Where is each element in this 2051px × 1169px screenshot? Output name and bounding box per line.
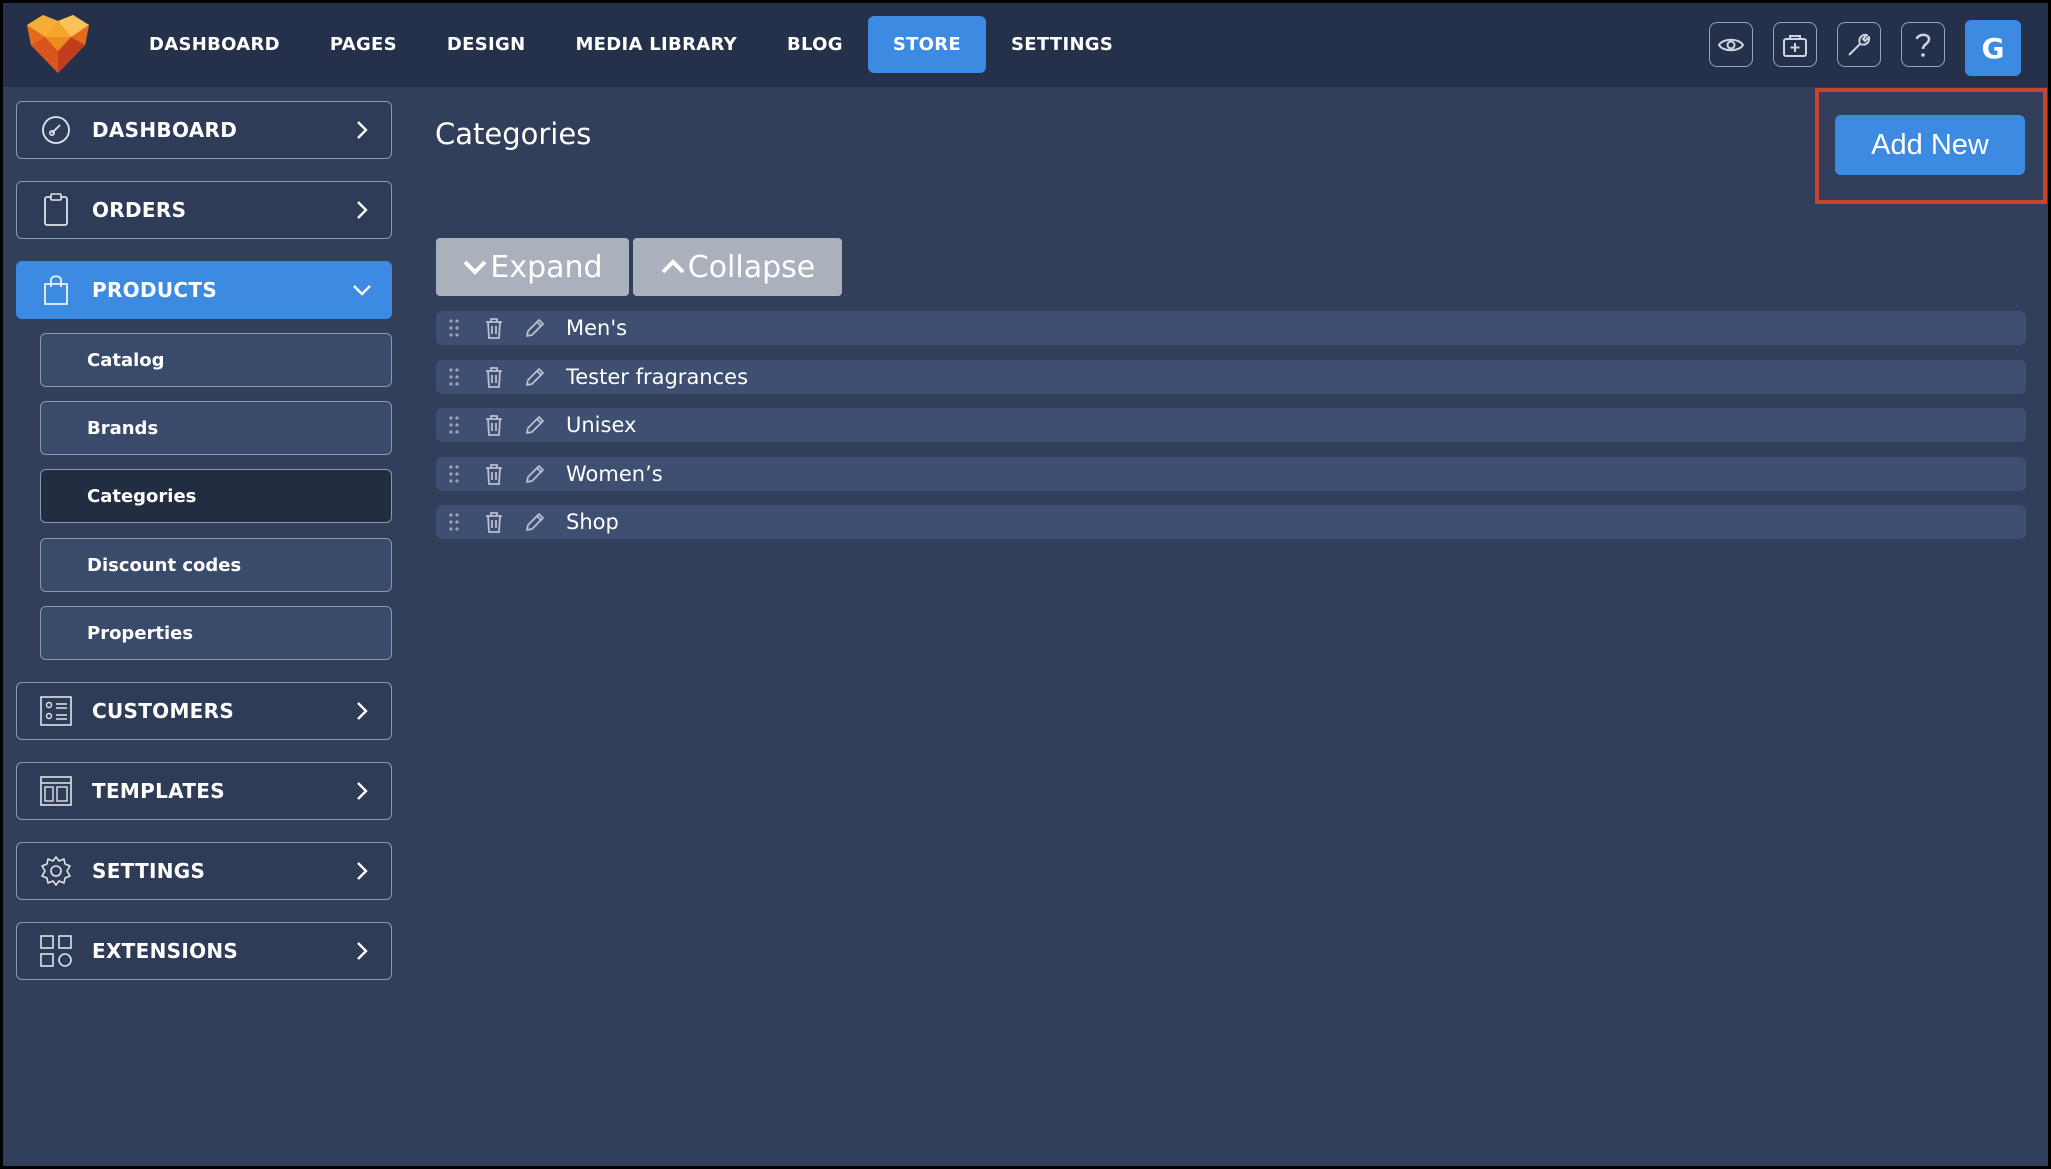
- sidebar-label-templates: TEMPLATES: [92, 779, 225, 803]
- nav-store[interactable]: STORE: [867, 16, 987, 73]
- sidebar-label-extensions: EXTENSIONS: [92, 939, 239, 963]
- wrench-icon: [1848, 33, 1871, 56]
- clipboard-icon: [44, 193, 68, 226]
- sidebar-item-customers[interactable]: CUSTOMERS: [16, 682, 392, 740]
- top-navigation-bar: DASHBOARD PAGES DESIGN MEDIA LIBRARY BLO…: [3, 3, 2048, 87]
- extensions-grid-icon: [40, 935, 72, 967]
- help-button[interactable]: [1901, 22, 1945, 67]
- tools-button[interactable]: [1837, 22, 1881, 67]
- chevron-down-icon: [463, 260, 487, 275]
- chevron-right-icon: [357, 942, 368, 960]
- category-row[interactable]: Women’s: [436, 457, 2026, 491]
- sidebar-subitem-catalog[interactable]: Catalog: [40, 333, 392, 387]
- sidebar-item-orders[interactable]: ORDERS: [16, 181, 392, 239]
- preview-button[interactable]: [1709, 22, 1753, 67]
- chevron-right-icon: [357, 201, 368, 219]
- nav-settings[interactable]: SETTINGS: [986, 16, 1138, 73]
- contacts-card-icon: [40, 696, 72, 726]
- trash-icon[interactable]: [484, 463, 504, 485]
- drag-handle-icon[interactable]: [447, 415, 461, 435]
- category-name[interactable]: Men's: [566, 316, 627, 340]
- page-title: Categories: [435, 117, 592, 151]
- store-add-button[interactable]: [1773, 22, 1817, 67]
- category-name[interactable]: Tester fragrances: [566, 365, 748, 389]
- sidebar-label-settings: SETTINGS: [92, 859, 206, 883]
- collapse-button[interactable]: Collapse: [633, 238, 842, 296]
- shopping-bag-icon: [44, 275, 68, 305]
- sidebar-subitem-label: Discount codes: [87, 554, 242, 576]
- collapse-label: Collapse: [687, 249, 816, 285]
- app-logo[interactable]: [27, 15, 89, 75]
- eye-icon: [1718, 38, 1744, 51]
- user-avatar-button[interactable]: G: [1965, 20, 2021, 76]
- question-icon: [1915, 33, 1931, 57]
- sidebar-subitem-brands[interactable]: Brands: [40, 401, 392, 455]
- sidebar-subitem-discount-codes[interactable]: Discount codes: [40, 538, 392, 592]
- sidebar-subitem-label: Properties: [87, 622, 194, 644]
- sidebar-subitem-label: Brands: [87, 417, 159, 439]
- briefcase-add-icon: [1783, 34, 1807, 57]
- pencil-icon[interactable]: [524, 366, 546, 388]
- nav-pages[interactable]: PAGES: [305, 16, 422, 73]
- category-row[interactable]: Shop: [436, 505, 2026, 539]
- sidebar-label-customers: CUSTOMERS: [92, 699, 235, 723]
- gear-icon: [41, 856, 71, 886]
- category-name[interactable]: Women’s: [566, 462, 663, 486]
- category-name[interactable]: Unisex: [566, 413, 636, 437]
- nav-blog[interactable]: BLOG: [762, 16, 868, 73]
- pencil-icon[interactable]: [524, 414, 546, 436]
- sidebar-label-orders: ORDERS: [92, 198, 187, 222]
- sidebar-label-dashboard: DASHBOARD: [92, 118, 238, 142]
- trash-icon[interactable]: [484, 414, 504, 436]
- pencil-icon[interactable]: [524, 463, 546, 485]
- gauge-icon: [42, 116, 70, 144]
- trash-icon[interactable]: [484, 366, 504, 388]
- chevron-down-icon: [353, 285, 371, 296]
- sidebar-item-dashboard[interactable]: DASHBOARD: [16, 101, 392, 159]
- template-layout-icon: [40, 776, 72, 806]
- drag-handle-icon[interactable]: [447, 512, 461, 532]
- chevron-right-icon: [357, 862, 368, 880]
- main-nav: DASHBOARD PAGES DESIGN MEDIA LIBRARY BLO…: [124, 16, 1138, 73]
- pencil-icon[interactable]: [524, 511, 546, 533]
- app-window: DASHBOARD PAGES DESIGN MEDIA LIBRARY BLO…: [3, 3, 2048, 1166]
- sidebar-subitem-label: Categories: [87, 485, 197, 507]
- sidebar-subitem-label: Catalog: [87, 349, 165, 371]
- chevron-right-icon: [357, 121, 368, 139]
- sidebar-item-templates[interactable]: TEMPLATES: [16, 762, 392, 820]
- category-row[interactable]: Tester fragrances: [436, 360, 2026, 394]
- nav-design[interactable]: DESIGN: [422, 16, 551, 73]
- add-new-button[interactable]: Add New: [1835, 115, 2025, 175]
- drag-handle-icon[interactable]: [447, 318, 461, 338]
- expand-button[interactable]: Expand: [436, 238, 629, 296]
- pencil-icon[interactable]: [524, 317, 546, 339]
- category-row[interactable]: Men's: [436, 311, 2026, 345]
- nav-media-library[interactable]: MEDIA LIBRARY: [550, 16, 762, 73]
- expand-label: Expand: [490, 249, 603, 285]
- sidebar-item-extensions[interactable]: EXTENSIONS: [16, 922, 392, 980]
- chevron-right-icon: [357, 782, 368, 800]
- category-name[interactable]: Shop: [566, 510, 619, 534]
- chevron-up-icon: [661, 259, 685, 274]
- trash-icon[interactable]: [484, 317, 504, 339]
- chevron-right-icon: [357, 702, 368, 720]
- sidebar-item-settings[interactable]: SETTINGS: [16, 842, 392, 900]
- drag-handle-icon[interactable]: [447, 464, 461, 484]
- trash-icon[interactable]: [484, 511, 504, 533]
- category-row[interactable]: Unisex: [436, 408, 2026, 442]
- nav-dashboard[interactable]: DASHBOARD: [124, 16, 305, 73]
- sidebar-subitem-categories[interactable]: Categories: [40, 469, 392, 523]
- drag-handle-icon[interactable]: [447, 367, 461, 387]
- sidebar-item-products[interactable]: PRODUCTS: [16, 261, 392, 319]
- sidebar-subitem-properties[interactable]: Properties: [40, 606, 392, 660]
- sidebar-label-products: PRODUCTS: [92, 278, 218, 302]
